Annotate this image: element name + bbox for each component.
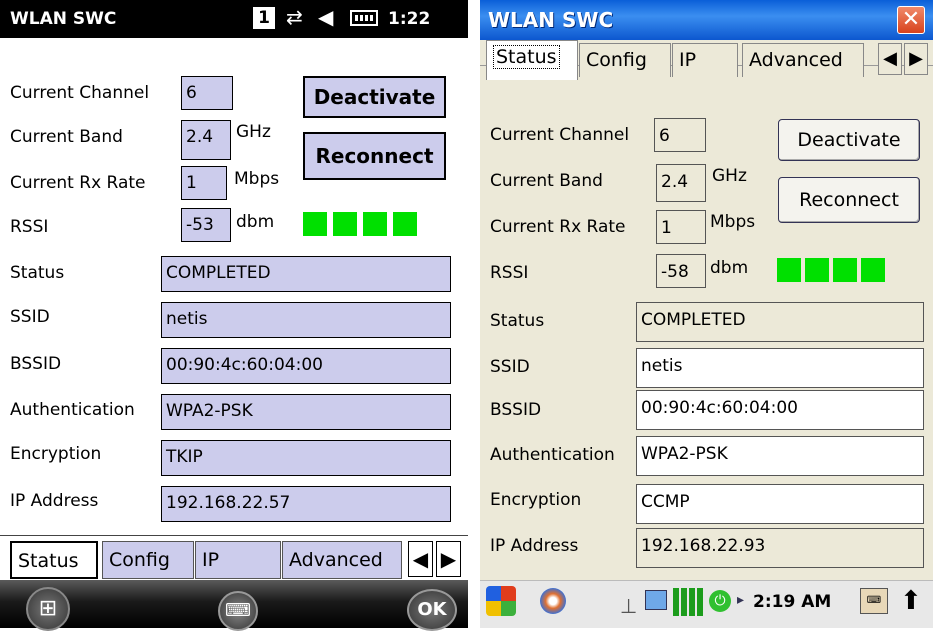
band-field: 2.4 xyxy=(656,164,706,202)
rssi-label: RSSI xyxy=(490,263,529,283)
tab-status[interactable]: Status xyxy=(10,541,98,579)
volume-icon[interactable]: ◀ xyxy=(318,5,333,29)
ce-window: WLAN SWC ✕ Status Config IP Advanced ◀ ▶… xyxy=(480,0,933,628)
tab-scroll-right-icon[interactable]: ▶ xyxy=(904,43,928,75)
channel-label: Current Channel xyxy=(10,83,150,103)
ssid-label: SSID xyxy=(10,307,50,327)
authentication-field: WPA2-PSK xyxy=(161,394,451,430)
tab-scroll-left-icon[interactable]: ◀ xyxy=(408,541,433,577)
taskbar-clock[interactable]: 2:19 AM xyxy=(753,592,831,612)
rssi-unit: dbm xyxy=(710,258,749,278)
channel-field: 6 xyxy=(654,118,706,152)
encryption-label: Encryption xyxy=(10,444,102,464)
bssid-field: 00:90:4c:60:04:00 xyxy=(636,390,924,430)
tab-status[interactable]: Status xyxy=(486,40,578,80)
band-field: 2.4 xyxy=(181,120,231,160)
ip-address-field: 192.168.22.93 xyxy=(636,528,924,568)
signal-bar xyxy=(393,212,417,236)
mobile-screen: WLAN SWC 1 ⇄ ◀ 1:22 Current Channel 6 Cu… xyxy=(0,0,468,631)
deactivate-button[interactable]: Deactivate xyxy=(303,76,446,118)
status-label: Status xyxy=(10,263,65,283)
status-field: COMPLETED xyxy=(636,302,924,342)
usb-icon[interactable]: ⊥ xyxy=(620,594,637,618)
arrow-up-icon[interactable]: ⬆ xyxy=(900,586,922,616)
rssi-field: -53 xyxy=(181,208,231,242)
signal-bar xyxy=(861,258,885,282)
tab-advanced[interactable]: Advanced xyxy=(742,43,864,77)
windows-start-icon[interactable]: ⊞ xyxy=(26,587,70,631)
encryption-field: CCMP xyxy=(636,484,924,524)
signal-bar xyxy=(303,212,327,236)
band-label: Current Band xyxy=(10,127,123,147)
tab-ip[interactable]: IP xyxy=(195,541,281,579)
keyboard-icon[interactable]: ⌨ xyxy=(218,591,258,631)
tray-expand-icon[interactable]: ▸ xyxy=(737,592,744,608)
ssid-field: netis xyxy=(636,348,924,388)
ip-address-field: 192.168.22.57 xyxy=(161,486,451,522)
rx-rate-unit: Mbps xyxy=(710,212,756,232)
rx-rate-unit: Mbps xyxy=(234,169,280,189)
ip-address-label: IP Address xyxy=(10,491,99,511)
ssid-label: SSID xyxy=(490,357,530,377)
signal-bar xyxy=(333,212,357,236)
signal-strength-icon[interactable] xyxy=(673,588,703,616)
reconnect-button[interactable]: Reconnect xyxy=(778,177,920,223)
signal-bar xyxy=(805,258,829,282)
sync-icon[interactable] xyxy=(540,588,566,614)
status-clock[interactable]: 1:22 xyxy=(388,9,430,29)
rx-rate-field: 1 xyxy=(181,166,227,200)
channel-field: 6 xyxy=(181,76,233,110)
tab-config[interactable]: Config xyxy=(579,43,671,77)
ssid-field: netis xyxy=(161,302,451,338)
close-button[interactable]: ✕ xyxy=(897,6,925,34)
bssid-field: 00:90:4c:60:04:00 xyxy=(161,348,451,384)
ip-address-label: IP Address xyxy=(490,536,579,556)
status-label: Status xyxy=(490,311,545,331)
deactivate-button[interactable]: Deactivate xyxy=(778,119,920,161)
tab-scroll-left-icon[interactable]: ◀ xyxy=(878,43,902,75)
power-icon[interactable]: ⏻ xyxy=(709,590,731,612)
reconnect-button[interactable]: Reconnect xyxy=(303,132,446,180)
battery-icon[interactable] xyxy=(350,10,378,26)
rssi-label: RSSI xyxy=(10,217,49,237)
bssid-label: BSSID xyxy=(10,354,62,374)
authentication-label: Authentication xyxy=(490,445,615,465)
encryption-field: TKIP xyxy=(161,440,451,476)
tab-advanced[interactable]: Advanced xyxy=(282,541,402,579)
signal-bar xyxy=(777,258,801,282)
band-unit: GHz xyxy=(712,166,747,186)
encryption-label: Encryption xyxy=(490,490,582,510)
tab-config[interactable]: Config xyxy=(102,541,194,579)
sim-indicator-icon: 1 xyxy=(253,7,275,29)
app-title: WLAN SWC xyxy=(10,9,117,29)
signal-bar xyxy=(833,258,857,282)
rssi-unit: dbm xyxy=(236,212,275,232)
signal-bar xyxy=(363,212,387,236)
channel-label: Current Channel xyxy=(490,125,630,145)
status-field: COMPLETED xyxy=(161,256,451,292)
window-title: WLAN SWC xyxy=(488,8,614,32)
connectivity-icon[interactable]: ⇄ xyxy=(286,5,303,29)
authentication-field: WPA2-PSK xyxy=(636,436,924,476)
connection-icon[interactable] xyxy=(645,590,667,610)
rx-rate-label: Current Rx Rate xyxy=(490,217,626,237)
band-label: Current Band xyxy=(490,171,603,191)
rx-rate-label: Current Rx Rate xyxy=(10,173,146,193)
band-unit: GHz xyxy=(236,122,271,142)
rssi-field: -58 xyxy=(656,254,706,288)
keyboard-icon[interactable]: ⌨ xyxy=(860,588,888,614)
tab-status-label: Status xyxy=(493,45,560,69)
authentication-label: Authentication xyxy=(10,400,135,420)
ok-button[interactable]: OK xyxy=(407,589,457,631)
start-icon[interactable] xyxy=(486,586,516,616)
tab-ip[interactable]: IP xyxy=(672,43,738,77)
rx-rate-field: 1 xyxy=(656,210,706,244)
tab-scroll-right-icon[interactable]: ▶ xyxy=(436,541,461,577)
bssid-label: BSSID xyxy=(490,400,542,420)
